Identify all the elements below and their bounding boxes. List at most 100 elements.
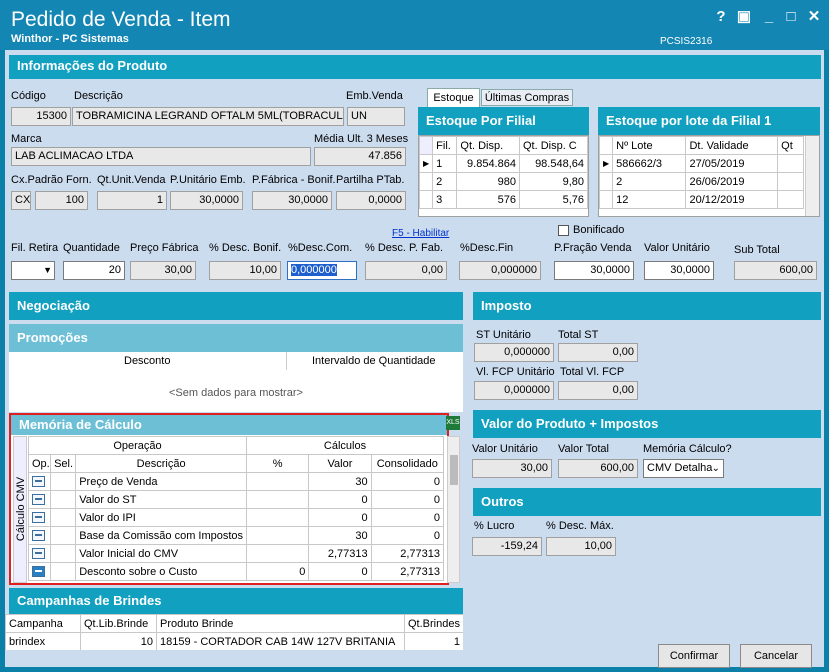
col-desconto: Desconto xyxy=(124,355,171,367)
memoria-scrollbar[interactable] xyxy=(447,436,460,583)
excel-export-icon[interactable]: XLS xyxy=(446,416,460,430)
confirmar-button[interactable]: Confirmar xyxy=(658,644,730,668)
vunit-input[interactable]: 30,0000 xyxy=(644,261,714,280)
table-row[interactable]: Valor Inicial do CMV 2,77313 2,77313 xyxy=(28,544,444,563)
table-row[interactable]: Desconto sobre o Custo 0 0 2,77313 xyxy=(28,562,444,581)
table-row[interactable]: 3 576 5,76 xyxy=(418,190,589,209)
estoque-lote-grid[interactable]: Nº Lote Dt. Validade Qt ▶ 586662/3 27/05/201… xyxy=(598,135,820,217)
totst-label: Total ST xyxy=(558,329,599,341)
valor-total-field[interactable]: 600,00 xyxy=(558,459,638,478)
table-row[interactable]: Valor do ST 0 0 xyxy=(28,490,444,509)
st-field[interactable]: 0,000000 xyxy=(474,343,554,362)
bonificado-checkbox[interactable] xyxy=(558,225,569,236)
section-outros[interactable]: Outros xyxy=(473,488,821,516)
memoria-grid[interactable]: Operação Cálculos Op. Sel. Descrição% Valor C… xyxy=(28,436,444,583)
descpfab-label: % Desc. P. Fab. xyxy=(365,242,444,254)
f5-habilitar-link[interactable]: F5 - Habilitar xyxy=(392,228,449,239)
cx-unit-field[interactable]: CX xyxy=(11,191,31,210)
media-label: Média Ult. 3 Meses xyxy=(314,133,409,145)
st-label: ST Unitário xyxy=(476,329,531,341)
valor-total-label: Valor Total xyxy=(558,443,609,455)
section-valor-produto[interactable]: Valor do Produto + Impostos xyxy=(473,410,821,438)
section-negociacao[interactable]: Negociação xyxy=(9,292,463,320)
table-row[interactable]: 12 20/12/2019 xyxy=(599,190,804,209)
help-icon[interactable]: ? xyxy=(712,8,730,26)
estoque-filial-grid[interactable]: Fil. Qt. Disp. Qt. Disp. C ▶ 1 9.854.864 98.5… xyxy=(418,135,589,217)
punit-field[interactable]: 30,0000 xyxy=(170,191,243,210)
quantidade-label: Quantidade xyxy=(63,242,120,254)
table-row[interactable]: ▶ 1 9.854.864 98.548,64 xyxy=(418,154,589,173)
table-row[interactable]: 2 980 9,80 xyxy=(418,172,589,191)
minimize-icon[interactable]: _ xyxy=(760,8,778,26)
descricao-label: Descrição xyxy=(74,90,123,102)
section-imposto[interactable]: Imposto xyxy=(473,292,821,320)
side-group-label: Cálculo CMV xyxy=(15,476,27,542)
cancelar-button[interactable]: Cancelar xyxy=(740,644,812,668)
subtotal-field[interactable]: 600,00 xyxy=(734,261,817,280)
section-campanhas[interactable]: Campanhas de Brindes xyxy=(9,588,463,614)
table-row[interactable]: Base da Comissão com Impostos 30 0 xyxy=(28,526,444,545)
lucro-field[interactable]: -159,24 xyxy=(472,537,542,556)
chevron-down-icon: ▼ xyxy=(43,265,52,275)
preco-fabrica-field[interactable]: 30,00 xyxy=(130,261,196,280)
table-row[interactable]: brindex 10 18159 - CORTADOR CAB 14W 127V B… xyxy=(5,632,463,650)
promocoes-grid[interactable]: Desconto Intervaldo de Quantidade <Sem d… xyxy=(9,352,463,412)
collapse-icon[interactable] xyxy=(32,476,45,488)
emb-field[interactable]: UN xyxy=(347,107,405,126)
pfracao-input[interactable]: 30,0000 xyxy=(554,261,634,280)
fcp-field[interactable]: 0,000000 xyxy=(474,381,554,400)
table-row[interactable]: 2 26/06/2019 xyxy=(599,172,804,191)
section-memoria: Memória de Cálculo xyxy=(11,415,447,435)
descbonif-field[interactable]: 10,00 xyxy=(209,261,281,280)
totfcp-label: Total Vl. FCP xyxy=(560,366,625,378)
emb-label: Emb.Venda xyxy=(346,90,403,102)
pfab-bonif-label: P.Fábrica - Bonif. xyxy=(252,174,336,186)
empty-message: <Sem dados para mostrar> xyxy=(169,387,303,399)
totst-field[interactable]: 0,00 xyxy=(558,343,638,362)
totfcp-field[interactable]: 0,00 xyxy=(558,381,638,400)
codigo-label: Código xyxy=(11,90,46,102)
window-title: Pedido de Venda - Item xyxy=(11,8,231,31)
tab-estoque[interactable]: Estoque xyxy=(427,88,480,107)
collapse-icon[interactable] xyxy=(32,548,45,560)
collapse-icon[interactable] xyxy=(32,494,45,506)
pfracao-label: P.Fração Venda xyxy=(554,242,632,254)
qtunit-field[interactable]: 1 xyxy=(97,191,167,210)
pfab-bonif-field[interactable]: 30,0000 xyxy=(252,191,332,210)
preco-fabrica-label: Preço Fábrica xyxy=(130,242,199,254)
scroll-thumb[interactable] xyxy=(450,455,458,485)
col-qtdispc: Qt. Disp. C xyxy=(518,136,589,155)
close-icon[interactable]: ✕ xyxy=(805,8,823,26)
descmax-field[interactable]: 10,00 xyxy=(546,537,616,556)
memoria-calc-select[interactable]: CMV Detalha ⌄ xyxy=(643,459,724,478)
lote-scrollbar[interactable] xyxy=(805,136,819,216)
media-field[interactable]: 47.856 xyxy=(314,147,406,166)
codigo-field[interactable]: 15300 xyxy=(11,107,71,126)
filretira-select[interactable]: ▼ xyxy=(11,261,55,280)
collapse-icon[interactable] xyxy=(32,512,45,524)
table-row[interactable]: Preço de Venda 30 0 xyxy=(28,472,444,491)
quantidade-input[interactable]: 20 xyxy=(63,261,125,280)
cx-field[interactable]: 100 xyxy=(35,191,88,210)
edit-window-icon[interactable]: ▣ xyxy=(735,8,753,26)
collapse-icon[interactable] xyxy=(32,530,45,542)
partilha-field[interactable]: 0,0000 xyxy=(336,191,406,210)
section-produto: Informações do Produto xyxy=(9,55,821,79)
collapse-icon[interactable] xyxy=(32,566,45,578)
descfin-field[interactable]: 0,000000 xyxy=(459,261,541,280)
maximize-icon[interactable]: □ xyxy=(782,8,800,26)
partilha-label: Partilha PTab. xyxy=(336,174,405,186)
tab-ultimas-compras[interactable]: Últimas Compras xyxy=(481,89,573,106)
valor-unit-field[interactable]: 30,00 xyxy=(472,459,552,478)
estoque-filial-title: Estoque Por Filial xyxy=(418,107,589,135)
descricao-field[interactable]: TOBRAMICINA LEGRAND OFTALM 5ML(TOBRACULA xyxy=(72,107,344,126)
col-intervalo: Intervaldo de Quantidade xyxy=(312,355,436,367)
marca-field[interactable]: LAB ACLIMACAO LTDA xyxy=(11,147,311,166)
section-promocoes[interactable]: Promoções xyxy=(9,324,463,352)
descpfab-field[interactable]: 0,00 xyxy=(365,261,447,280)
campanhas-grid[interactable]: Campanha Qt.Lib.Brinde Produto Brinde Qt.Br… xyxy=(5,614,463,650)
table-row[interactable]: Valor do IPI 0 0 xyxy=(28,508,444,527)
desccom-input[interactable]: 0,000000 xyxy=(287,261,357,280)
table-row[interactable]: ▶ 586662/3 27/05/2019 xyxy=(599,154,804,173)
vunit-label: Valor Unitário xyxy=(644,242,710,254)
